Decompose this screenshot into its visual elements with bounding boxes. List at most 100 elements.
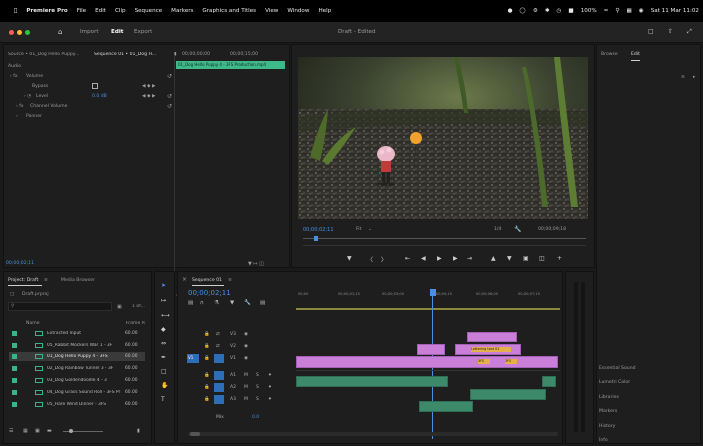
add-marker-icon[interactable]: ▼ xyxy=(347,255,352,262)
video-clip-v2[interactable] xyxy=(417,344,445,355)
sequence-tab-menu-icon[interactable]: ≡ xyxy=(228,278,232,283)
right-tab-browse[interactable]: Browse xyxy=(601,52,618,57)
sequence-label[interactable]: Sequence 01 • 01_Dog H... xyxy=(94,52,170,57)
track-visibility-icon[interactable]: ◉ xyxy=(244,344,248,349)
menu-edit[interactable]: Edit xyxy=(95,8,106,14)
track-target-a1[interactable] xyxy=(214,371,224,380)
track-target-v1[interactable] xyxy=(214,354,224,363)
program-playhead[interactable] xyxy=(314,236,318,241)
effect-timecode[interactable]: 00;00;02;11 xyxy=(6,261,34,266)
track-label-v1[interactable]: V1 xyxy=(230,356,236,361)
wrench-icon[interactable]: 🔧 xyxy=(514,226,521,233)
tab-media-browser[interactable]: Media Browser xyxy=(61,278,95,283)
track-visibility-icon[interactable]: ◉ xyxy=(244,356,248,361)
effect-footer-icons[interactable]: ▼ ↦ ◫ xyxy=(248,261,264,267)
sort-icon[interactable]: ▬ xyxy=(47,428,52,434)
timeline-timecode[interactable]: 00;00;02;11 xyxy=(188,289,231,297)
menu-window[interactable]: Window xyxy=(287,8,309,14)
clock-icon[interactable]: ◷ xyxy=(557,8,562,14)
track-lock-icon[interactable]: 🔒 xyxy=(204,397,210,402)
panel-info[interactable]: Info xyxy=(599,438,608,443)
wifi-icon[interactable]: ≈ xyxy=(604,8,609,14)
panel-lumetri-color[interactable]: Lumetri Color xyxy=(599,380,630,385)
project-tab-menu-icon[interactable]: ≡ xyxy=(44,278,48,283)
timeline-horizontal-scrollbar[interactable] xyxy=(188,432,558,436)
track-label-v2[interactable]: V2 xyxy=(230,344,236,349)
voiceover-mic-icon[interactable]: ⚫ xyxy=(268,385,272,390)
quality-dropdown[interactable]: 1/4 xyxy=(494,227,501,232)
selection-tool-icon[interactable]: ➤ xyxy=(161,282,166,289)
right-panel-expand-icon[interactable]: ▸ xyxy=(693,75,695,80)
screen-record-icon[interactable]: ◯ xyxy=(520,8,526,14)
reset-level-icon[interactable]: ↺ xyxy=(167,93,172,100)
linked-selection-icon[interactable]: ⚗ xyxy=(214,300,219,306)
fx-toggle-icon[interactable]: › fx xyxy=(10,74,18,79)
new-item-icon[interactable]: ▮ xyxy=(137,428,140,434)
channel-volume-toggle-icon[interactable]: › fx xyxy=(16,104,24,109)
voiceover-mic-icon[interactable]: ⚫ xyxy=(268,373,272,378)
panel-essential-sound[interactable]: Essential Sound xyxy=(599,366,636,371)
track-target-a3[interactable] xyxy=(214,395,224,404)
keyboard-icon[interactable]: ■ xyxy=(568,8,573,14)
bluetooth-icon[interactable]: ✱ xyxy=(545,8,550,14)
program-timecode[interactable]: 00;00;02;11 xyxy=(303,227,334,233)
add-marker-timeline-icon[interactable]: ▼ xyxy=(230,300,234,306)
project-item[interactable]: 05_Rabbit Mockers War 1 - 3F 60.00 xyxy=(9,341,145,350)
list-view-icon[interactable]: ☰ xyxy=(9,428,13,434)
track-lock-icon[interactable]: 🔒 xyxy=(204,373,210,378)
right-panel-menu-icon[interactable]: ≡ xyxy=(681,75,685,80)
timeline-ruler[interactable]: 00;00 00;00;01;15 00;00;03;00 00;00;04;1… xyxy=(296,292,560,300)
go-to-in-icon[interactable]: ⇤ xyxy=(405,255,410,262)
video-clip-v1[interactable] xyxy=(296,356,558,368)
solo-button[interactable]: S xyxy=(256,397,259,402)
creative-cloud-icon[interactable]: ● xyxy=(508,8,513,14)
work-area-bar[interactable] xyxy=(296,308,560,310)
level-stopwatch-icon[interactable]: › ◷ xyxy=(24,94,31,99)
control-center-icon[interactable]: ▦ xyxy=(627,8,632,14)
type-tool-icon[interactable]: T xyxy=(161,396,165,403)
source-label[interactable]: Source • 01_Dog Hello Puppy... xyxy=(8,52,86,57)
pen-tool-icon[interactable]: ✒ xyxy=(161,354,166,361)
workspaces-icon[interactable]: □ xyxy=(648,28,654,35)
battery-label[interactable]: 100% xyxy=(581,8,597,14)
solo-button[interactable]: S xyxy=(256,385,259,390)
close-sequence-icon[interactable]: × xyxy=(182,276,187,283)
menu-file[interactable]: File xyxy=(77,8,86,14)
project-item[interactable]: 05_Hare Wind Dinner - 3FS 60.00 xyxy=(9,400,145,409)
panner-toggle-icon[interactable]: › xyxy=(16,114,18,119)
lift-icon[interactable]: ▲ xyxy=(491,255,496,262)
mute-button[interactable]: M xyxy=(244,397,248,402)
tab-export[interactable]: Export xyxy=(134,29,152,35)
razor-tool-icon[interactable]: ◆ xyxy=(161,326,166,333)
rectangle-tool-icon[interactable]: □ xyxy=(161,368,167,375)
fit-dropdown[interactable]: Fit xyxy=(356,227,361,232)
panel-markers[interactable]: Markers xyxy=(599,409,617,414)
mark-out-icon[interactable]: 〉 xyxy=(381,255,387,264)
insert-sequence-icon[interactable]: ▤ xyxy=(188,300,193,306)
bypass-checkbox[interactable] xyxy=(92,83,98,89)
icon-view-icon[interactable]: ▦ xyxy=(23,428,28,434)
playhead-handle[interactable] xyxy=(430,289,436,296)
track-target-a2[interactable] xyxy=(214,383,224,392)
tab-import[interactable]: Import xyxy=(80,29,99,35)
step-forward-icon[interactable]: ▶ xyxy=(453,255,458,262)
project-item[interactable]: Extracted Input 60.00 xyxy=(9,329,145,338)
reset-channel-volume-icon[interactable]: ↺ xyxy=(167,103,172,110)
source-patch-v1[interactable]: V1 xyxy=(187,354,199,363)
video-clip-v3[interactable] xyxy=(467,332,517,342)
siri-icon[interactable]: ◉ xyxy=(639,8,644,14)
tab-edit[interactable]: Edit xyxy=(111,29,123,35)
snap-icon[interactable]: ∩ xyxy=(200,300,204,306)
audio-clip-a1[interactable] xyxy=(542,376,556,387)
col-name[interactable]: Name xyxy=(26,321,40,326)
mute-button[interactable]: M xyxy=(244,373,248,378)
effect-clip-bar[interactable]: 01_Dog Hello Puppy 4 - 3FS Production.mp… xyxy=(176,61,285,69)
hand-tool-icon[interactable]: ✋ xyxy=(161,382,168,389)
solo-button[interactable]: S xyxy=(256,373,259,378)
panel-history[interactable]: History xyxy=(599,424,615,429)
fit-chevron-icon[interactable]: ⌄ xyxy=(368,227,372,232)
datetime[interactable]: Sat 11 Mar 11:02 xyxy=(651,8,699,14)
quick-export-icon[interactable]: ⇧ xyxy=(668,28,673,35)
apple-icon[interactable]:  xyxy=(14,8,17,14)
level-keyframe-nav-icon[interactable]: ◀ ◆ ▶ xyxy=(142,94,156,99)
